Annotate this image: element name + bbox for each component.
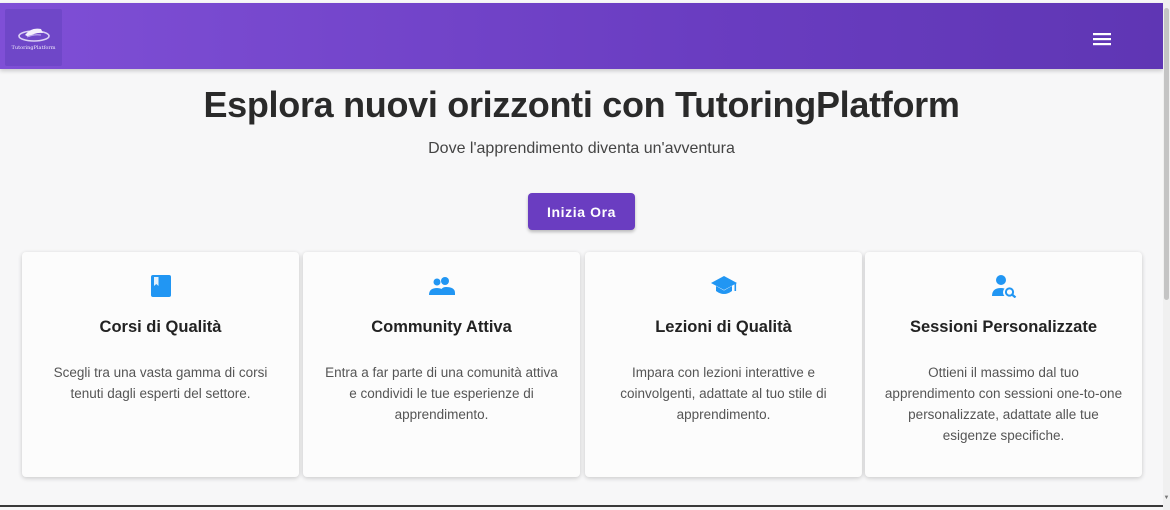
- book-icon: [150, 275, 171, 297]
- logo[interactable]: TutoringPlatform: [5, 9, 62, 66]
- logo-mark-icon: [17, 28, 50, 42]
- feature-card-quality-lessons: Lezioni di Qualità Impara con lezioni in…: [585, 252, 862, 477]
- person-search-icon: [991, 275, 1016, 298]
- people-icon: [428, 277, 455, 295]
- feature-card-active-community: Community Attiva Entra a far parte di un…: [303, 252, 580, 477]
- feature-card-quality-courses: Corsi di Qualità Scegli tra una vasta ga…: [22, 252, 299, 477]
- feature-title: Sessioni Personalizzate: [909, 318, 1098, 336]
- feature-description: Scegli tra una vasta gamma di corsi tenu…: [53, 365, 268, 401]
- hero-subtitle: Dove l'apprendimento diventa un'avventur…: [428, 140, 735, 157]
- feature-title: Lezioni di Qualità: [655, 318, 792, 336]
- scroll-down-arrow-icon[interactable]: ▼: [1163, 494, 1170, 502]
- feature-card-personalized-sessions: Sessioni Personalizzate Ottieni il massi…: [865, 252, 1142, 477]
- hamburger-menu-icon: [1093, 33, 1111, 46]
- hero-title: Esplora nuovi orizzonti con TutoringPlat…: [203, 84, 960, 125]
- logo-text: TutoringPlatform: [11, 45, 56, 51]
- bottom-border: [0, 505, 1163, 507]
- feature-description: Impara con lezioni interattive e coinvol…: [620, 365, 827, 422]
- vertical-scrollbar[interactable]: ▼: [1163, 0, 1170, 510]
- feature-title: Corsi di Qualità: [99, 318, 222, 336]
- hamburger-menu-button[interactable]: [1088, 25, 1116, 53]
- start-now-button[interactable]: Inizia Ora: [528, 193, 635, 230]
- scrollbar-thumb[interactable]: [1164, 8, 1169, 300]
- feature-title: Community Attiva: [371, 318, 512, 336]
- feature-description: Ottieni il massimo dal tuo apprendimento…: [884, 365, 1123, 443]
- top-app-bar: TutoringPlatform: [0, 3, 1163, 69]
- graduation-cap-icon: [710, 276, 737, 294]
- feature-description: Entra a far parte di una comunità attiva…: [325, 365, 558, 422]
